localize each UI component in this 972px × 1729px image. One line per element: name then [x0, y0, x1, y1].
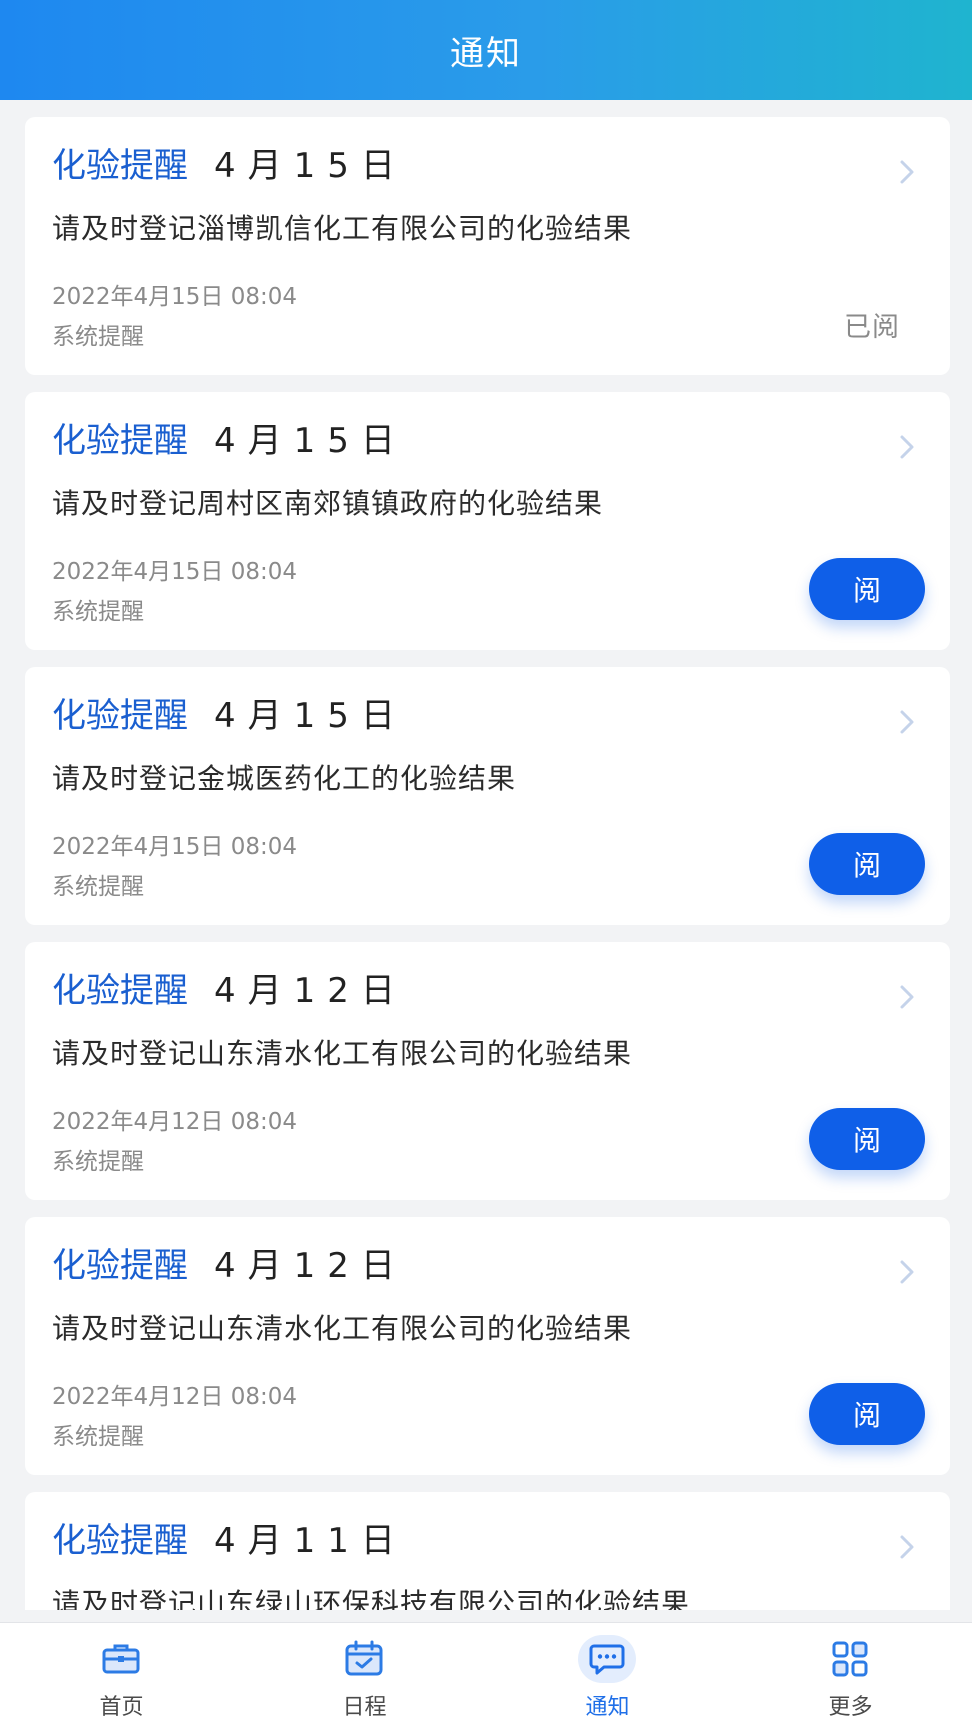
bottom-tab-bar: 首页 日程 通知 更多	[0, 1622, 972, 1729]
tab-label: 日程	[342, 1695, 387, 1720]
calendar-check-icon	[345, 1640, 383, 1676]
mark-read-button[interactable]: 阅	[809, 1383, 925, 1445]
notification-card[interactable]: 化验提醒 4月11日 请及时登记山东绿山环保科技有限公司的化验结果	[25, 1492, 950, 1610]
card-title: 化验提醒 4月12日	[52, 968, 407, 1014]
notification-card[interactable]: 化验提醒 4月12日 请及时登记山东清水化工有限公司的化验结果 2022年4月12…	[25, 1217, 950, 1475]
card-type: 化验提醒	[52, 971, 188, 1011]
tab-more[interactable]: 更多	[729, 1623, 972, 1729]
card-type: 化验提醒	[52, 1246, 188, 1286]
card-type: 化验提醒	[52, 421, 188, 461]
card-message: 请及时登记山东清水化工有限公司的化验结果	[52, 1312, 633, 1345]
tab-icon-container	[821, 1635, 879, 1683]
tab-icon-container	[92, 1635, 150, 1683]
tab-schedule[interactable]: 日程	[243, 1623, 486, 1729]
card-source: 系统提醒	[52, 324, 144, 350]
card-type: 化验提醒	[52, 696, 188, 736]
briefcase-icon	[102, 1644, 140, 1674]
chevron-right-icon	[900, 1260, 914, 1284]
tab-home[interactable]: 首页	[0, 1623, 243, 1729]
notification-card[interactable]: 化验提醒 4月15日 请及时登记淄博凯信化工有限公司的化验结果 2022年4月15…	[25, 117, 950, 375]
page-title: 通知	[450, 33, 522, 74]
chevron-right-icon	[900, 1535, 914, 1559]
card-message: 请及时登记山东清水化工有限公司的化验结果	[52, 1037, 633, 1070]
card-time: 2022年4月12日 08:04	[52, 1384, 298, 1410]
chevron-right-icon	[900, 710, 914, 734]
card-message: 请及时登记金城医药化工的化验结果	[52, 762, 517, 795]
card-date: 4月11日	[214, 1521, 407, 1561]
header-bar: 通知	[0, 0, 972, 100]
card-time: 2022年4月15日 08:04	[52, 284, 298, 310]
mark-read-button[interactable]: 阅	[809, 558, 925, 620]
card-time: 2022年4月15日 08:04	[52, 834, 298, 860]
card-message: 请及时登记淄博凯信化工有限公司的化验结果	[52, 212, 633, 245]
card-date: 4月15日	[214, 146, 407, 186]
card-type: 化验提醒	[52, 1521, 188, 1561]
notification-card[interactable]: 化验提醒 4月12日 请及时登记山东清水化工有限公司的化验结果 2022年4月12…	[25, 942, 950, 1200]
tab-label: 通知	[585, 1695, 630, 1720]
notification-list[interactable]: 化验提醒 4月15日 请及时登记淄博凯信化工有限公司的化验结果 2022年4月15…	[0, 100, 972, 1610]
mark-read-button[interactable]: 阅	[809, 1108, 925, 1170]
mark-read-button[interactable]: 阅	[809, 833, 925, 895]
tab-notifications[interactable]: 通知	[486, 1623, 729, 1729]
card-message: 请及时登记山东绿山环保科技有限公司的化验结果	[52, 1587, 691, 1610]
notification-card[interactable]: 化验提醒 4月15日 请及时登记周村区南郊镇镇政府的化验结果 2022年4月15日…	[25, 392, 950, 650]
card-title: 化验提醒 4月11日	[52, 1518, 407, 1564]
chevron-right-icon	[900, 435, 914, 459]
notification-card[interactable]: 化验提醒 4月15日 请及时登记金城医药化工的化验结果 2022年4月15日 08…	[25, 667, 950, 925]
card-source: 系统提醒	[52, 874, 144, 900]
card-title: 化验提醒 4月15日	[52, 143, 407, 189]
tab-label: 首页	[99, 1695, 144, 1720]
card-time: 2022年4月15日 08:04	[52, 559, 298, 585]
card-title: 化验提醒 4月15日	[52, 693, 407, 739]
card-source: 系统提醒	[52, 1424, 144, 1450]
tab-icon-container	[578, 1635, 636, 1683]
card-source: 系统提醒	[52, 1149, 144, 1175]
message-icon	[589, 1644, 625, 1675]
card-time: 2022年4月12日 08:04	[52, 1109, 298, 1135]
card-date: 4月15日	[214, 421, 407, 461]
card-message: 请及时登记周村区南郊镇镇政府的化验结果	[52, 487, 604, 520]
chevron-right-icon	[900, 160, 914, 184]
tab-icon-container	[335, 1635, 393, 1683]
card-date: 4月15日	[214, 696, 407, 736]
card-title: 化验提醒 4月12日	[52, 1243, 407, 1289]
chevron-right-icon	[900, 985, 914, 1009]
card-title: 化验提醒 4月15日	[52, 418, 407, 464]
card-type: 化验提醒	[52, 146, 188, 186]
grid-icon	[832, 1641, 868, 1677]
card-date: 4月12日	[214, 1246, 407, 1286]
read-status-label: 已阅	[844, 312, 900, 343]
card-source: 系统提醒	[52, 599, 144, 625]
card-date: 4月12日	[214, 971, 407, 1011]
tab-label: 更多	[828, 1695, 873, 1720]
